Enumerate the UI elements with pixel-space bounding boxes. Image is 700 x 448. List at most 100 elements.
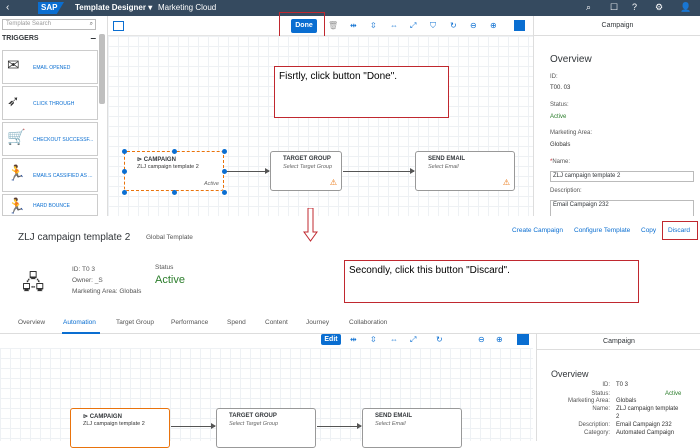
delete-icon[interactable]: 🗑 (328, 21, 338, 30)
tab-automation[interactable]: Automation (63, 319, 96, 326)
panel-toggle-icon[interactable] (113, 21, 124, 31)
app-title[interactable]: Template Designer ▾ (75, 3, 152, 12)
notification-icon[interactable]: ☐ (610, 2, 618, 13)
search-icon[interactable]: ⌕ (586, 2, 591, 13)
fit-icon[interactable]: ⇔ (390, 21, 398, 30)
tab-target-group[interactable]: Target Group (116, 319, 154, 326)
overview-title: Overview (551, 369, 589, 379)
area-label: Marketing Area: (550, 130, 593, 136)
expand-icon[interactable]: ⤢ (410, 335, 416, 345)
expand-icon[interactable]: ⤢ (410, 21, 416, 31)
selection-handle[interactable] (222, 149, 227, 154)
campaign-node[interactable]: ⊳ CAMPAIGN ZLJ campaign template 2 (70, 408, 170, 448)
target-group-node[interactable]: TARGET GROUP Select Target Group ⚠ (270, 151, 342, 191)
create-campaign-link[interactable]: Create Campaign (512, 227, 563, 234)
description-input[interactable]: Email Campaign 232 (550, 200, 694, 216)
trigger-hard-bounce[interactable]: 🏃 HARD BOUNCE (2, 194, 98, 216)
send-email-title: SEND EMAIL (428, 156, 466, 162)
selection-handle[interactable] (122, 149, 127, 154)
zoom-out-icon[interactable]: ⊖ (470, 21, 477, 30)
refresh-icon[interactable]: ↻ (450, 21, 457, 30)
target-group-subtitle: Select Target Group (283, 164, 333, 170)
selection-handle[interactable] (122, 169, 127, 174)
zoom-in-icon[interactable]: ⊕ (490, 21, 497, 30)
runner-icon: 🏃 (7, 198, 26, 215)
fit-icon[interactable]: ⇔ (390, 335, 398, 344)
shield-icon[interactable]: ⛉ (430, 21, 436, 31)
chevron-down-icon[interactable]: ▾ (148, 3, 152, 12)
target-group-title: TARGET GROUP (229, 413, 277, 419)
tab-performance[interactable]: Performance (171, 319, 208, 326)
side-panel-icon[interactable] (517, 334, 529, 345)
template-search-input[interactable]: Template Search ⌕ (2, 19, 96, 30)
status-value: Active (665, 391, 682, 397)
done-button[interactable]: Done (291, 19, 317, 33)
side-panel-icon[interactable] (514, 20, 525, 31)
instruction-note-2: Secondly, click this button "Discard". (344, 260, 639, 303)
copy-link[interactable]: Copy (641, 227, 656, 234)
area-line: Marketing Area: Globals (72, 288, 142, 295)
canvas-2[interactable]: ⊳ CAMPAIGN ZLJ campaign template 2 TARGE… (0, 348, 533, 448)
canvas-toolbar-2: Edit ⇹ ⇳ ⇔ ⤢ ↻ ⊖ ⊕ (0, 334, 533, 348)
user-icon[interactable]: 👤 (680, 2, 691, 13)
overview-title: Overview (550, 54, 592, 65)
configure-template-link[interactable]: Configure Template (574, 227, 630, 234)
connector (317, 423, 362, 429)
selection-handle[interactable] (172, 149, 177, 154)
distribute-icon[interactable]: ⇳ (370, 335, 377, 344)
detail-key: ID: (602, 382, 610, 388)
trigger-click-through[interactable]: ➶ CLICK THROUGH (2, 86, 98, 120)
send-email-node[interactable]: SEND EMAIL Select Email ⚠ (415, 151, 515, 191)
zoom-out-icon[interactable]: ⊖ (478, 335, 485, 344)
zoom-in-icon[interactable]: ⊕ (496, 335, 503, 344)
campaign-node-subtitle: ZLJ campaign template 2 (83, 421, 145, 427)
tab-overview[interactable]: Overview (18, 319, 45, 326)
triggers-header[interactable]: TRIGGERS – (2, 33, 98, 44)
campaign-node-title: ⊳ CAMPAIGN (83, 414, 122, 420)
discard-button[interactable]: Discard (668, 227, 690, 234)
tab-journey[interactable]: Journey (306, 319, 329, 326)
detail-key: Marketing Area: (567, 398, 610, 404)
distribute-icon[interactable]: ⇳ (370, 21, 377, 30)
status-value: Active (155, 274, 185, 286)
id-line: ID: T0 3 (72, 266, 96, 273)
collapse-icon[interactable]: – (90, 33, 96, 44)
name-input[interactable]: ZLJ campaign template 2 (550, 171, 694, 182)
tab-content[interactable]: Content (265, 319, 288, 326)
trigger-email-opened[interactable]: ✉ EMAIL OPENED (2, 50, 98, 84)
back-icon[interactable]: ‹ (6, 2, 9, 13)
align-icon[interactable]: ⇹ (350, 335, 357, 344)
sap-logo[interactable]: SAP (38, 2, 64, 14)
campaign-icon: ⊳ (83, 414, 89, 420)
cursor-icon: ➶ (7, 93, 20, 110)
campaign-node-subtitle: ZLJ campaign template 2 (137, 164, 199, 170)
campaign-node[interactable]: ⊳ CAMPAIGN ZLJ campaign template 2 Activ… (124, 151, 224, 191)
selection-handle[interactable] (222, 169, 227, 174)
detail-value: Automated Campaign (616, 430, 675, 436)
align-icon[interactable]: ⇹ (350, 21, 357, 30)
tab-spend[interactable]: Spend (227, 319, 246, 326)
canvas[interactable]: Fisrtly, click button "Done". ⊳ CAMPAIGN… (108, 36, 533, 216)
target-group-node[interactable]: TARGET GROUP Select Target Group (216, 408, 316, 448)
trigger-emails-classified[interactable]: 🏃 EMAILS CASSIFIED AS ... (2, 158, 98, 192)
send-email-node[interactable]: SEND EMAIL Select Email (362, 408, 462, 448)
panel-header: Campaign (534, 16, 700, 36)
campaign-node-title: ⊳ CAMPAIGN (137, 157, 176, 163)
name-label: *Name: (550, 159, 571, 165)
detail-value: Email Campaign 232 (616, 422, 672, 428)
help-icon[interactable]: ? (632, 2, 637, 12)
selection-handle[interactable] (122, 190, 127, 195)
detail-key: Name: (592, 406, 610, 412)
tab-collaboration[interactable]: Collaboration (349, 319, 387, 326)
send-email-title: SEND EMAIL (375, 413, 413, 419)
scrollbar[interactable] (99, 34, 105, 104)
selection-handle[interactable] (172, 190, 177, 195)
edit-button[interactable]: Edit (321, 334, 341, 345)
connector (171, 423, 216, 429)
shell-bar: ‹ SAP Template Designer ▾ Marketing Clou… (0, 0, 700, 16)
trigger-checkout[interactable]: 🛒 CHECKOUT SUCCESSF... (2, 122, 98, 156)
search-icon[interactable]: ⌕ (90, 20, 93, 29)
refresh-icon[interactable]: ↻ (436, 335, 443, 344)
settings-icon[interactable]: ⚙ (655, 2, 663, 13)
selection-handle[interactable] (222, 190, 227, 195)
